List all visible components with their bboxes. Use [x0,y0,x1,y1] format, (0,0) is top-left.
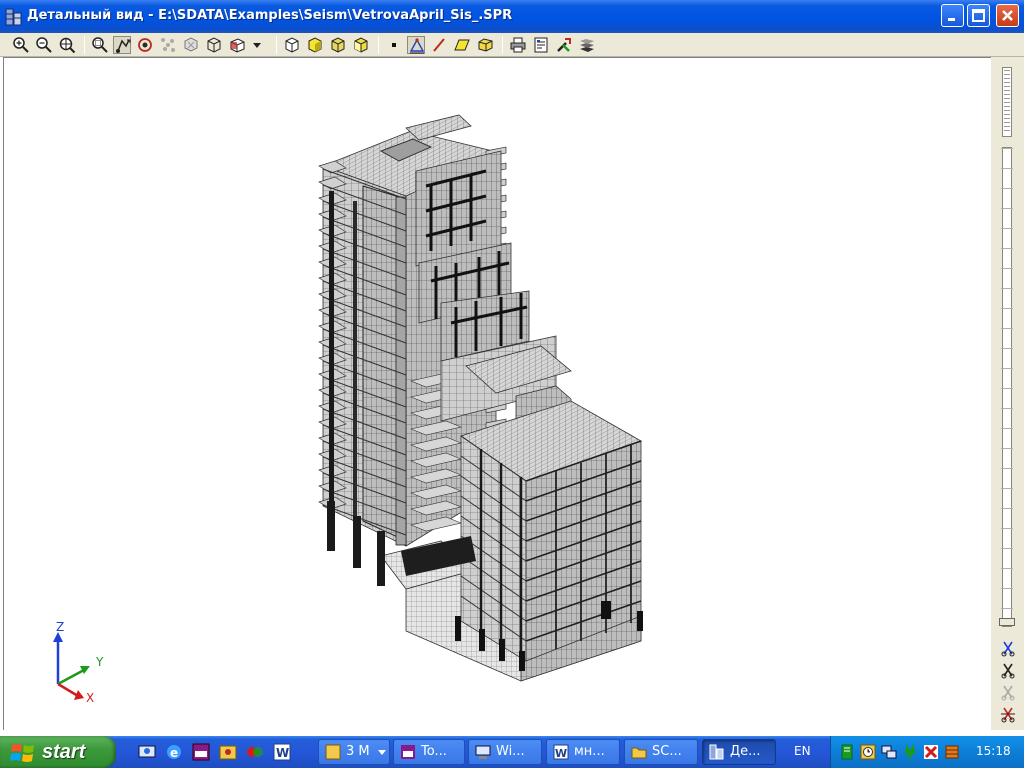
layers-icon[interactable] [578,36,596,54]
render-icon[interactable] [352,36,370,54]
task-label: 3 M [346,744,370,759]
language-indicator[interactable]: EN [794,744,811,758]
depth-slider[interactable] [999,147,1015,627]
shade-icon[interactable] [306,36,324,54]
task-button-active[interactable]: Де... [702,739,776,765]
cut-reset-icon[interactable] [999,705,1017,723]
paint-icon[interactable] [246,743,264,761]
y-axis [57,668,85,686]
zoom-all-icon[interactable] [58,36,76,54]
svg-text:e: e [170,746,178,760]
task-label: To... [421,744,447,759]
cut-plane-icon[interactable] [999,639,1017,657]
windows-logo-icon [10,744,34,762]
app-icon[interactable] [192,743,210,761]
cut-disabled-icon[interactable] [999,683,1017,701]
archive-icon[interactable] [944,744,960,760]
svg-text:W: W [276,746,289,760]
plug-icon[interactable] [902,744,918,760]
plate-icon[interactable] [453,36,471,54]
clock: 15:18 [976,744,1011,758]
close-button[interactable] [996,4,1019,27]
start-label: start [42,741,86,763]
word-icon[interactable]: W [273,743,291,761]
maximize-button[interactable] [967,4,990,27]
clock-tray-icon[interactable] [860,744,876,760]
projection-icon[interactable] [205,36,223,54]
ie-icon[interactable]: e [165,743,183,761]
app-icon [401,745,415,759]
task-button[interactable]: Wi... [468,739,542,765]
dynamic-rotate-icon[interactable] [159,36,177,54]
properties-icon[interactable] [532,36,550,54]
building-app-icon [709,744,724,760]
chevron-down-icon [378,750,386,755]
zoom-out-icon[interactable] [35,36,53,54]
x-axis [57,682,79,698]
toolbar-separator [502,36,503,54]
svg-text:W: W [555,747,567,760]
wireframe-icon[interactable] [283,36,301,54]
depth-slider-ticks [1001,148,1013,624]
supports-icon[interactable] [407,36,425,54]
explorer-icon[interactable] [219,743,237,761]
desktop-icon[interactable] [138,743,156,761]
task-button[interactable]: W мн... [546,739,620,765]
axis-triad: Z Y X [53,620,104,705]
task-label: Де... [730,744,761,759]
computer-icon [475,745,491,759]
view-dropdown-icon[interactable] [251,36,263,54]
right-tool-panel [991,57,1024,730]
depth-slider-thumb[interactable] [999,618,1015,626]
building-app-icon [5,8,22,26]
zoom-window-icon[interactable] [91,36,109,54]
folder-icon [631,747,647,759]
green-book-icon[interactable] [839,744,855,760]
solid-element-icon[interactable] [476,36,494,54]
bar-icon[interactable] [430,36,448,54]
window-title: Детальный вид - E:\SDATA\Examples\Seism\… [27,8,513,23]
tools-icon[interactable] [555,36,573,54]
toolbar-separator [378,36,379,54]
y-axis-label: Y [95,655,104,669]
title-bar[interactable]: Детальный вид - E:\SDATA\Examples\Seism\… [0,0,1024,33]
toolbar-separator [276,36,277,54]
view-cube-icon[interactable] [228,36,246,54]
taskbar: start e W 3 M To... Wi... W мн... SC... … [0,736,1024,768]
zoom-slider-ticks [1004,70,1010,134]
z-axis-label: Z [56,620,64,634]
x-axis-label: X [86,691,94,705]
print-icon[interactable] [509,36,527,54]
model-viewport[interactable]: Z Y X [3,57,991,730]
task-label: SC... [652,744,682,759]
start-button[interactable]: start [0,736,116,768]
rotate-icon[interactable] [136,36,154,54]
zoom-in-icon[interactable] [12,36,30,54]
zoom-slider[interactable] [1002,67,1012,137]
task-group-button[interactable]: 3 M [318,739,390,765]
minimize-button[interactable] [941,4,964,27]
pan-icon[interactable] [113,36,131,54]
building-model[interactable] [4,58,992,731]
antivirus-icon[interactable] [923,744,939,760]
toolbar-separator [84,36,85,54]
system-tray: 15:18 [830,736,1024,768]
group-icon [325,744,341,760]
toolbar [0,33,1024,57]
task-label: мн... [574,744,605,759]
orbit-icon[interactable] [182,36,200,54]
task-label: Wi... [496,744,525,759]
word-icon: W [553,744,569,760]
task-button[interactable]: To... [393,739,465,765]
solid-icon[interactable] [329,36,347,54]
network-icon[interactable] [881,744,897,760]
task-button[interactable]: SC... [624,739,698,765]
lower-block [460,400,642,662]
cut-fragment-icon[interactable] [999,661,1017,679]
node-icon[interactable] [385,36,403,54]
